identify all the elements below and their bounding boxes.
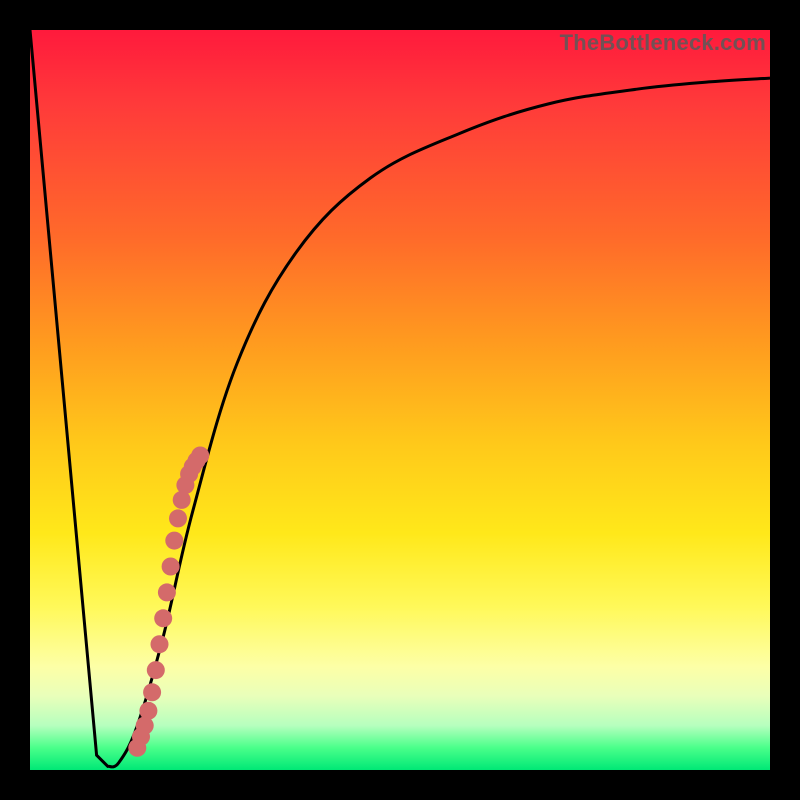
chart-frame: TheBottleneck.com: [0, 0, 800, 800]
data-dot: [165, 532, 183, 550]
bottleneck-curve: [30, 30, 770, 767]
plot-area: TheBottleneck.com: [30, 30, 770, 770]
data-dot: [139, 702, 157, 720]
data-dot: [162, 558, 180, 576]
chart-svg: [30, 30, 770, 770]
data-dot: [191, 447, 209, 465]
data-dot: [169, 509, 187, 527]
data-dot: [154, 609, 172, 627]
data-dot: [143, 683, 161, 701]
data-dot: [158, 583, 176, 601]
data-dot: [151, 635, 169, 653]
data-dot: [147, 661, 165, 679]
